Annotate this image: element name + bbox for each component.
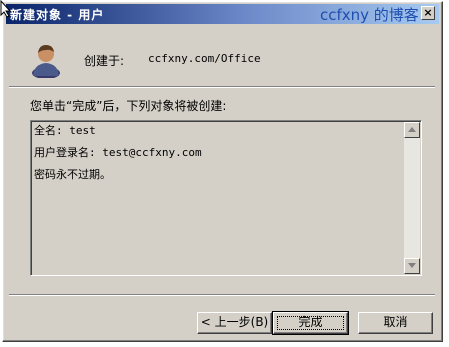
back-button-label: < 上一步(B) <box>200 315 269 329</box>
create-in-label: 创建于: <box>84 54 125 68</box>
close-icon: × <box>423 6 433 19</box>
focus-ring <box>277 316 344 330</box>
back-button[interactable]: < 上一步(B) <box>197 312 272 334</box>
cancel-button-label: 取消 <box>383 315 408 329</box>
summary-line-password: 密码永不过期。 <box>34 168 111 181</box>
separator-bottom <box>9 294 435 296</box>
arrow-down-icon <box>408 263 416 268</box>
scroll-up-button[interactable] <box>404 122 420 138</box>
create-in-path: ccfxny.com/Office <box>148 52 261 65</box>
arrow-up-icon <box>408 127 416 132</box>
cancel-button[interactable]: 取消 <box>358 312 433 334</box>
mouse-cursor-icon <box>0 0 12 18</box>
new-object-user-dialog: 新建对象 - 用户 ccfxny 的博客 × 创建于: ccfxny.com/O… <box>2 1 443 342</box>
finish-button[interactable]: 完成 <box>272 311 349 335</box>
summary-textbox[interactable]: 全名: test 用户登录名: test@ccfxny.com 密码永不过期。 <box>30 120 422 276</box>
blog-watermark: ccfxny 的博客 <box>320 6 419 24</box>
separator-top <box>9 86 435 88</box>
instruction-text: 您单击“完成”后，下列对象将被创建: <box>30 99 227 113</box>
close-button[interactable]: × <box>421 6 435 20</box>
title-bar[interactable]: 新建对象 - 用户 ccfxny 的博客 × <box>6 4 439 24</box>
summary-line-fullname: 全名: test <box>34 124 96 137</box>
summary-lines: 全名: test 用户登录名: test@ccfxny.com 密码永不过期。 <box>34 124 402 190</box>
scroll-down-button[interactable] <box>404 258 420 274</box>
window-title: 新建对象 - 用户 <box>10 8 105 22</box>
summary-line-logon-name: 用户登录名: test@ccfxny.com <box>34 146 202 159</box>
user-icon <box>32 45 60 78</box>
vertical-scrollbar[interactable] <box>404 122 420 274</box>
